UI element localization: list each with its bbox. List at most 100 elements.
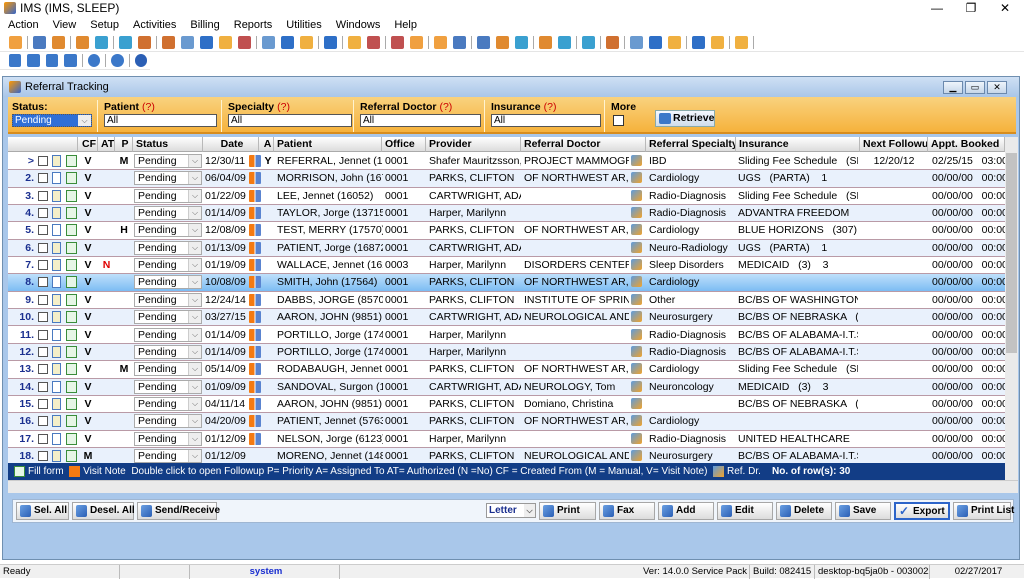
refresh-icon[interactable] <box>87 54 101 67</box>
toolbar-tool-icon[interactable] <box>434 36 447 49</box>
status-dropdown[interactable]: Pending ⌵ <box>134 292 202 307</box>
status-select[interactable]: Pending ⌵ <box>12 114 92 127</box>
referral-doctor-icon[interactable] <box>631 345 642 357</box>
toolbar-tool-icon[interactable] <box>262 36 275 49</box>
referral-doctor-icon[interactable] <box>631 207 642 219</box>
toolbar-tool-icon[interactable] <box>668 36 681 49</box>
toolbar-tool-icon[interactable] <box>52 36 65 49</box>
document-icon[interactable] <box>52 363 61 376</box>
fax-button[interactable]: Fax <box>599 502 655 520</box>
referral-doctor-input[interactable]: All <box>360 114 481 127</box>
toolbar-tool-icon[interactable] <box>181 36 194 49</box>
fill-form-icon[interactable] <box>66 345 77 358</box>
edit-button[interactable]: Edit <box>717 502 773 520</box>
visit-note-icon[interactable] <box>249 363 261 376</box>
table-row[interactable]: 14. V Pending ⌵ 01/09/09 SANDOVAL, Surgon (12… <box>8 378 1005 396</box>
row-checkbox[interactable] <box>38 329 48 340</box>
toolbar-tool-icon[interactable] <box>162 36 175 49</box>
toolbar-tool-icon[interactable] <box>692 36 705 49</box>
visit-note-icon[interactable] <box>249 293 261 306</box>
menu-windows[interactable]: Windows <box>336 19 381 31</box>
fill-form-icon[interactable] <box>66 189 77 202</box>
visit-note-icon[interactable] <box>249 415 261 428</box>
child-close-button[interactable]: ✕ <box>987 81 1007 94</box>
document-icon[interactable] <box>52 172 61 185</box>
patient-help[interactable]: (?) <box>142 101 155 113</box>
row-checkbox[interactable] <box>38 242 48 253</box>
fill-form-icon[interactable] <box>66 397 77 410</box>
row-checkbox[interactable] <box>38 260 48 271</box>
toolbar-tool-icon[interactable] <box>453 36 466 49</box>
row-checkbox[interactable] <box>38 450 48 461</box>
toolbar-tool-icon[interactable] <box>391 36 404 49</box>
fill-form-icon[interactable] <box>66 380 77 393</box>
visit-note-icon[interactable] <box>249 259 261 272</box>
status-dropdown[interactable]: Pending ⌵ <box>134 362 202 377</box>
vertical-scrollbar[interactable] <box>1005 137 1018 480</box>
add-button[interactable]: Add <box>658 502 714 520</box>
fill-form-icon[interactable] <box>66 432 77 445</box>
toolbar-tool-icon[interactable] <box>606 36 619 49</box>
status-dropdown[interactable]: Pending ⌵ <box>134 396 202 411</box>
specialty-help[interactable]: (?) <box>277 101 290 113</box>
visit-note-icon[interactable] <box>249 155 261 167</box>
patient-input[interactable]: All <box>104 114 217 127</box>
document-icon[interactable] <box>52 432 61 445</box>
menu-activities[interactable]: Activities <box>133 19 176 31</box>
table-row[interactable]: 3. V Pending ⌵ 01/22/09 LEE, Jennet (16052) 00… <box>8 188 1005 206</box>
fill-form-icon[interactable] <box>66 241 77 254</box>
toolbar-tool-icon[interactable] <box>138 36 151 49</box>
document-icon[interactable] <box>52 224 61 237</box>
toolbar-tool-icon[interactable] <box>539 36 552 49</box>
table-row[interactable]: 13. V M Pending ⌵ 05/14/09 RODABAUGH, Jennet (… <box>8 361 1005 379</box>
fill-form-icon[interactable] <box>66 293 77 306</box>
visit-note-icon[interactable] <box>249 276 261 289</box>
toolbar-tool-icon[interactable] <box>76 36 89 49</box>
fill-form-icon[interactable] <box>66 363 77 376</box>
row-checkbox[interactable] <box>38 364 48 375</box>
document-icon[interactable] <box>52 189 61 202</box>
status-dropdown[interactable]: Pending ⌵ <box>134 431 202 446</box>
column-header-referral-doctor[interactable]: Referral Doctor <box>521 137 646 152</box>
row-checkbox[interactable] <box>38 173 48 184</box>
referral-doctor-icon[interactable] <box>631 432 642 444</box>
referral-doctor-icon[interactable] <box>631 328 642 340</box>
scrollbar-thumb[interactable] <box>1006 153 1017 353</box>
visit-note-icon[interactable] <box>249 224 261 237</box>
help-icon[interactable] <box>111 54 124 67</box>
table-row[interactable]: 17. V Pending ⌵ 01/12/09 NELSON, Jorge (6123)… <box>8 431 1005 448</box>
toolbar-tool-icon[interactable] <box>9 36 22 49</box>
status-dropdown[interactable]: Pending ⌵ <box>134 206 202 221</box>
row-checkbox[interactable] <box>38 433 48 444</box>
menu-action[interactable]: Action <box>8 19 39 31</box>
menu-utilities[interactable]: Utilities <box>286 19 321 31</box>
deselect-all-button[interactable]: Desel. All <box>72 502 135 520</box>
visit-note-icon[interactable] <box>249 380 261 393</box>
first-record-icon[interactable] <box>9 54 22 67</box>
toolbar-tool-icon[interactable] <box>515 36 528 49</box>
toolbar-tool-icon[interactable] <box>582 36 595 49</box>
paper-size-select[interactable]: Letter ⌵ <box>486 503 536 518</box>
referral-doctor-icon[interactable] <box>631 259 642 271</box>
toolbar-tool-icon[interactable] <box>219 36 232 49</box>
visit-note-icon[interactable] <box>249 311 261 324</box>
retrieve-button[interactable]: Retrieve <box>655 110 715 127</box>
close-button[interactable]: ✕ <box>988 0 1022 16</box>
document-icon[interactable] <box>52 311 61 324</box>
visit-note-icon[interactable] <box>249 345 261 358</box>
column-header-cf[interactable]: CF <box>78 137 98 152</box>
column-header-appt-booked[interactable]: Appt. Booked <box>928 137 1005 152</box>
status-dropdown[interactable]: Pending ⌵ <box>134 154 202 168</box>
referral-doctor-icon[interactable] <box>631 363 642 375</box>
document-icon[interactable] <box>52 155 61 167</box>
toolbar-tool-icon[interactable] <box>367 36 380 49</box>
row-checkbox[interactable] <box>38 312 48 323</box>
column-header-patient[interactable]: Patient <box>274 137 382 152</box>
maximize-button[interactable]: ❐ <box>954 0 988 16</box>
next-record-icon[interactable] <box>45 54 59 67</box>
menu-setup[interactable]: Setup <box>90 19 119 31</box>
status-dropdown[interactable]: Pending ⌵ <box>134 414 202 429</box>
toolbar-tool-icon[interactable] <box>324 36 337 49</box>
column-header-p[interactable]: P <box>115 137 133 152</box>
table-row[interactable]: 6. V Pending ⌵ 01/13/09 PATIENT, Jorge (16872… <box>8 239 1005 258</box>
